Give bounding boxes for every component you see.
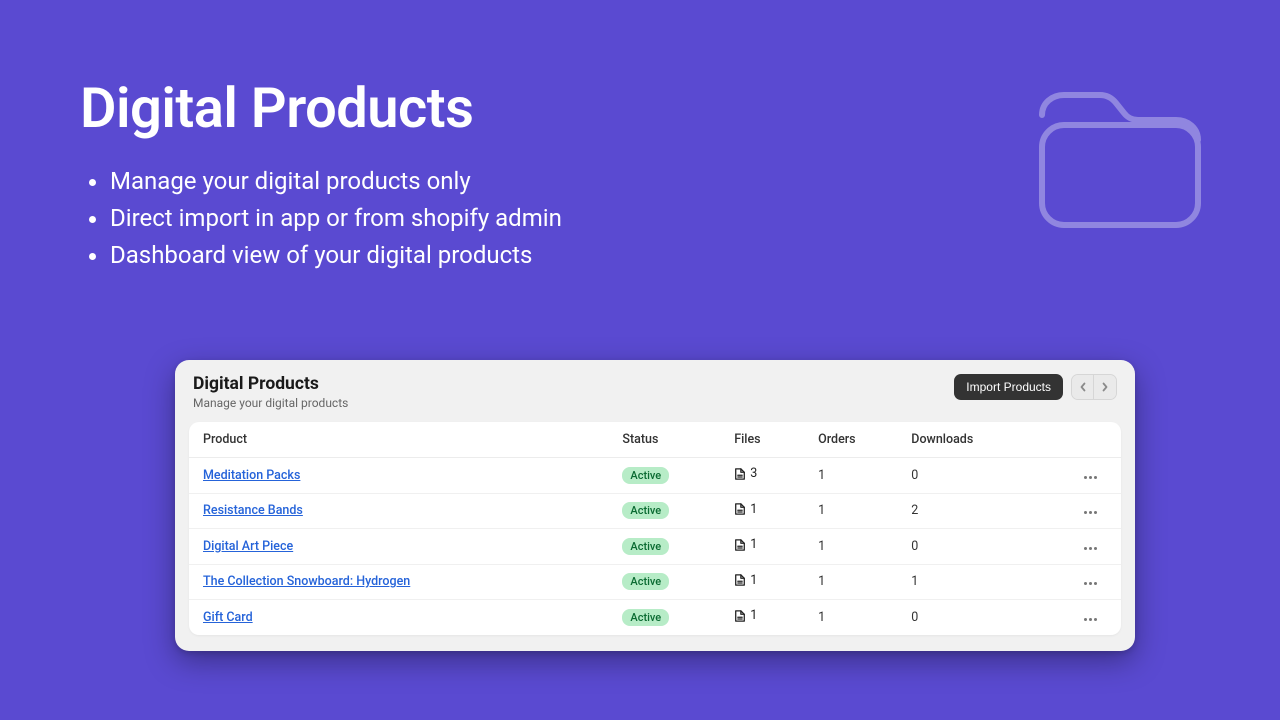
- orders-cell: 1: [804, 600, 897, 635]
- files-count: 1: [750, 608, 757, 623]
- table-header-row: Product Status Files Orders Downloads: [189, 422, 1121, 458]
- status-badge: Active: [622, 609, 669, 626]
- table-row: The Collection Snowboard: Hydrogen Active…: [189, 564, 1121, 600]
- card-title: Digital Products: [193, 374, 348, 394]
- status-badge: Active: [622, 502, 669, 519]
- status-badge: Active: [622, 573, 669, 590]
- files-cell: 1: [734, 573, 757, 588]
- file-icon: [734, 538, 746, 552]
- row-actions-button[interactable]: [1080, 543, 1101, 554]
- orders-cell: 1: [804, 493, 897, 529]
- downloads-cell: 0: [897, 529, 1037, 565]
- downloads-cell: 0: [897, 458, 1037, 494]
- files-cell: 3: [734, 466, 757, 481]
- hero-bullet: Dashboard view of your digital products: [110, 237, 1200, 274]
- file-icon: [734, 609, 746, 623]
- pager-prev-button[interactable]: [1072, 375, 1094, 399]
- files-cell: 1: [734, 502, 757, 517]
- chevron-left-icon: [1079, 382, 1087, 392]
- col-header-actions: [1037, 422, 1121, 458]
- files-count: 1: [750, 573, 757, 588]
- col-header-files: Files: [720, 422, 804, 458]
- files-count: 1: [750, 502, 757, 517]
- table-row: Resistance BandsActive112: [189, 493, 1121, 529]
- downloads-cell: 2: [897, 493, 1037, 529]
- folder-icon: [1030, 70, 1210, 235]
- col-header-downloads: Downloads: [897, 422, 1037, 458]
- product-link[interactable]: Resistance Bands: [203, 503, 303, 518]
- row-actions-button[interactable]: [1080, 507, 1101, 518]
- card-subtitle: Manage your digital products: [193, 396, 348, 410]
- row-actions-button[interactable]: [1080, 578, 1101, 589]
- orders-cell: 1: [804, 529, 897, 565]
- file-icon: [734, 502, 746, 516]
- orders-cell: 1: [804, 458, 897, 494]
- card-header: Digital Products Manage your digital pro…: [175, 360, 1135, 422]
- file-icon: [734, 467, 746, 481]
- files-cell: 1: [734, 608, 757, 623]
- product-link[interactable]: Digital Art Piece: [203, 539, 293, 554]
- chevron-right-icon: [1101, 382, 1109, 392]
- col-header-orders: Orders: [804, 422, 897, 458]
- pager-next-button[interactable]: [1094, 375, 1116, 399]
- downloads-cell: 0: [897, 600, 1037, 635]
- card-actions: Import Products: [954, 374, 1117, 400]
- products-table: Product Status Files Orders Downloads Me…: [189, 422, 1121, 635]
- product-link[interactable]: Meditation Packs: [203, 468, 300, 483]
- status-badge: Active: [622, 467, 669, 484]
- files-count: 1: [750, 537, 757, 552]
- product-link[interactable]: The Collection Snowboard: Hydrogen: [203, 574, 410, 589]
- import-products-button[interactable]: Import Products: [954, 374, 1063, 400]
- card-heading: Digital Products Manage your digital pro…: [193, 374, 348, 410]
- col-header-product: Product: [189, 422, 608, 458]
- status-badge: Active: [622, 538, 669, 555]
- table-row: Digital Art PieceActive110: [189, 529, 1121, 565]
- file-icon: [734, 573, 746, 587]
- col-header-status: Status: [608, 422, 720, 458]
- table-row: Gift CardActive110: [189, 600, 1121, 635]
- table-row: Meditation Packs Active 3 10: [189, 458, 1121, 494]
- files-cell: 1: [734, 537, 757, 552]
- orders-cell: 1: [804, 564, 897, 600]
- product-link[interactable]: Gift Card: [203, 610, 253, 625]
- files-count: 3: [750, 466, 757, 481]
- downloads-cell: 1: [897, 564, 1037, 600]
- row-actions-button[interactable]: [1080, 614, 1101, 625]
- row-actions-button[interactable]: [1080, 472, 1101, 483]
- pager: [1071, 374, 1117, 400]
- products-card: Digital Products Manage your digital pro…: [175, 360, 1135, 651]
